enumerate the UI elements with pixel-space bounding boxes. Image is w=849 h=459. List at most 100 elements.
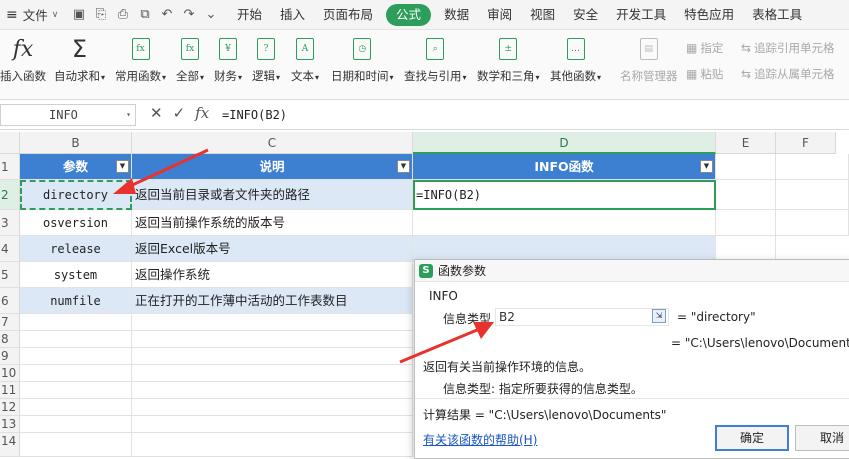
tab-developer[interactable]: 开发工具 [607, 4, 675, 26]
row-header[interactable]: 1 [0, 154, 20, 180]
cell[interactable] [716, 210, 776, 236]
tab-insert[interactable]: 插入 [271, 4, 314, 26]
row-header[interactable]: 11 [0, 382, 20, 399]
filter-icon[interactable]: ▼ [397, 160, 410, 173]
cell[interactable] [776, 210, 849, 236]
logic-button[interactable]: ? 逻辑▾ [252, 36, 280, 84]
table-cell-func[interactable] [413, 210, 716, 236]
column-header-f[interactable]: F [776, 132, 836, 154]
tab-home[interactable]: 开始 [228, 4, 271, 26]
fx-icon[interactable]: fx [195, 104, 209, 122]
cancel-icon[interactable]: ✕ [150, 104, 163, 122]
table-header-desc[interactable]: 说明 ▼ [132, 154, 413, 180]
confirm-icon[interactable]: ✓ [173, 104, 186, 122]
tab-table-tools[interactable]: 表格工具 [743, 4, 811, 26]
lookup-button[interactable]: ⌕ 查找与引用▾ [404, 36, 467, 84]
cell[interactable] [132, 416, 413, 433]
customize-icon[interactable]: ⌄ [200, 7, 222, 22]
row-header[interactable]: 7 [0, 314, 20, 331]
export-icon[interactable]: ⎘ [90, 7, 112, 22]
table-header-func[interactable]: INFO函数 ▼ [413, 154, 716, 180]
row-header[interactable]: 8 [0, 331, 20, 348]
undo-icon[interactable]: ↶ [156, 7, 178, 22]
argument-input[interactable]: B2 [495, 308, 669, 326]
tab-review[interactable]: 审阅 [478, 4, 521, 26]
row-header[interactable]: 3 [0, 210, 20, 236]
tab-view[interactable]: 视图 [521, 4, 564, 26]
cell[interactable] [132, 399, 413, 416]
table-cell-desc[interactable]: 返回当前操作系统的版本号 [132, 210, 413, 236]
row-header[interactable]: 4 [0, 236, 20, 262]
active-cell[interactable]: =INFO(B2) [413, 180, 716, 210]
filter-icon[interactable]: ▼ [700, 160, 713, 173]
filter-icon[interactable]: ▼ [116, 160, 129, 173]
tab-data[interactable]: 数据 [435, 4, 478, 26]
dialog-title-bar[interactable]: S 函数参数 [415, 260, 849, 282]
cell[interactable] [20, 314, 132, 331]
table-cell-param[interactable]: directory [20, 180, 132, 210]
tab-features[interactable]: 特色应用 [675, 4, 743, 26]
name-box[interactable]: INFO ▾ [0, 104, 136, 126]
cell[interactable] [716, 180, 776, 210]
cell[interactable] [132, 314, 413, 331]
row-header[interactable]: 10 [0, 365, 20, 382]
table-cell-desc[interactable]: 正在打开的工作薄中活动的工作表数目 [132, 288, 413, 314]
cell[interactable] [716, 154, 776, 180]
table-cell-param[interactable]: osversion [20, 210, 132, 236]
file-menu[interactable]: ≡ 文件 ∨ [0, 5, 68, 24]
row-header[interactable]: 5 [0, 262, 20, 288]
table-cell-param[interactable]: numfile [20, 288, 132, 314]
help-link[interactable]: 有关该函数的帮助(H) [423, 431, 537, 448]
datetime-button[interactable]: ◷ 日期和时间▾ [331, 36, 394, 84]
other-functions-button[interactable]: … 其他函数▾ [550, 36, 601, 84]
row-header[interactable]: 6 [0, 288, 20, 314]
range-select-icon[interactable]: ⇲ [652, 309, 666, 323]
cell[interactable] [20, 416, 132, 433]
common-functions-button[interactable]: fx 常用函数▾ [115, 36, 166, 84]
column-header-b[interactable]: B [20, 132, 132, 154]
define-name-button[interactable]: ▦ 指定 [686, 40, 723, 56]
insert-function-button[interactable]: fx 插入函数 [0, 36, 46, 84]
table-header-param[interactable]: 参数 ▼ [20, 154, 132, 180]
cell[interactable] [132, 331, 413, 348]
redo-icon[interactable]: ↷ [178, 7, 200, 22]
name-manager-button[interactable]: ▤ 名称管理器 [620, 36, 678, 84]
row-header[interactable]: 12 [0, 399, 20, 416]
formula-input[interactable]: =INFO(B2) [222, 104, 287, 126]
select-all-corner[interactable] [0, 132, 20, 154]
cell[interactable] [20, 331, 132, 348]
row-header[interactable]: 14 [0, 433, 20, 457]
cell[interactable] [20, 348, 132, 365]
cell[interactable] [776, 154, 849, 180]
tab-page-layout[interactable]: 页面布局 [314, 4, 382, 26]
row-header[interactable]: 13 [0, 416, 20, 433]
cell[interactable] [776, 180, 849, 210]
column-header-d[interactable]: D [413, 132, 716, 154]
text-button[interactable]: A 文本▾ [291, 36, 319, 84]
cell[interactable] [132, 382, 413, 399]
cell[interactable] [20, 433, 132, 457]
save-icon[interactable]: ▣ [68, 7, 90, 22]
cell[interactable] [132, 365, 413, 382]
tab-formulas[interactable]: 公式 [386, 3, 432, 26]
cancel-button[interactable]: 取消 [795, 425, 849, 451]
row-header[interactable]: 2 [0, 180, 20, 210]
table-cell-desc[interactable]: 返回操作系统 [132, 262, 413, 288]
tab-security[interactable]: 安全 [564, 4, 607, 26]
table-cell-param[interactable]: system [20, 262, 132, 288]
all-functions-button[interactable]: fx 全部▾ [176, 36, 204, 84]
cell[interactable] [20, 399, 132, 416]
ok-button[interactable]: 确定 [715, 425, 789, 451]
cell[interactable] [132, 348, 413, 365]
cell[interactable] [132, 433, 413, 457]
column-header-e[interactable]: E [716, 132, 776, 154]
preview-icon[interactable]: ⧉ [134, 7, 156, 22]
table-cell-desc[interactable]: 返回Excel版本号 [132, 236, 413, 262]
print-icon[interactable]: ⎙ [112, 7, 134, 22]
trace-precedents-button[interactable]: ⇆ 追踪引用单元格 [741, 40, 835, 56]
table-cell-desc[interactable]: 返回当前目录或者文件夹的路径 [132, 180, 413, 210]
cell[interactable] [20, 365, 132, 382]
row-header[interactable]: 9 [0, 348, 20, 365]
column-header-c[interactable]: C [132, 132, 413, 154]
trace-dependents-button[interactable]: ⇆ 追踪从属单元格 [741, 66, 835, 82]
